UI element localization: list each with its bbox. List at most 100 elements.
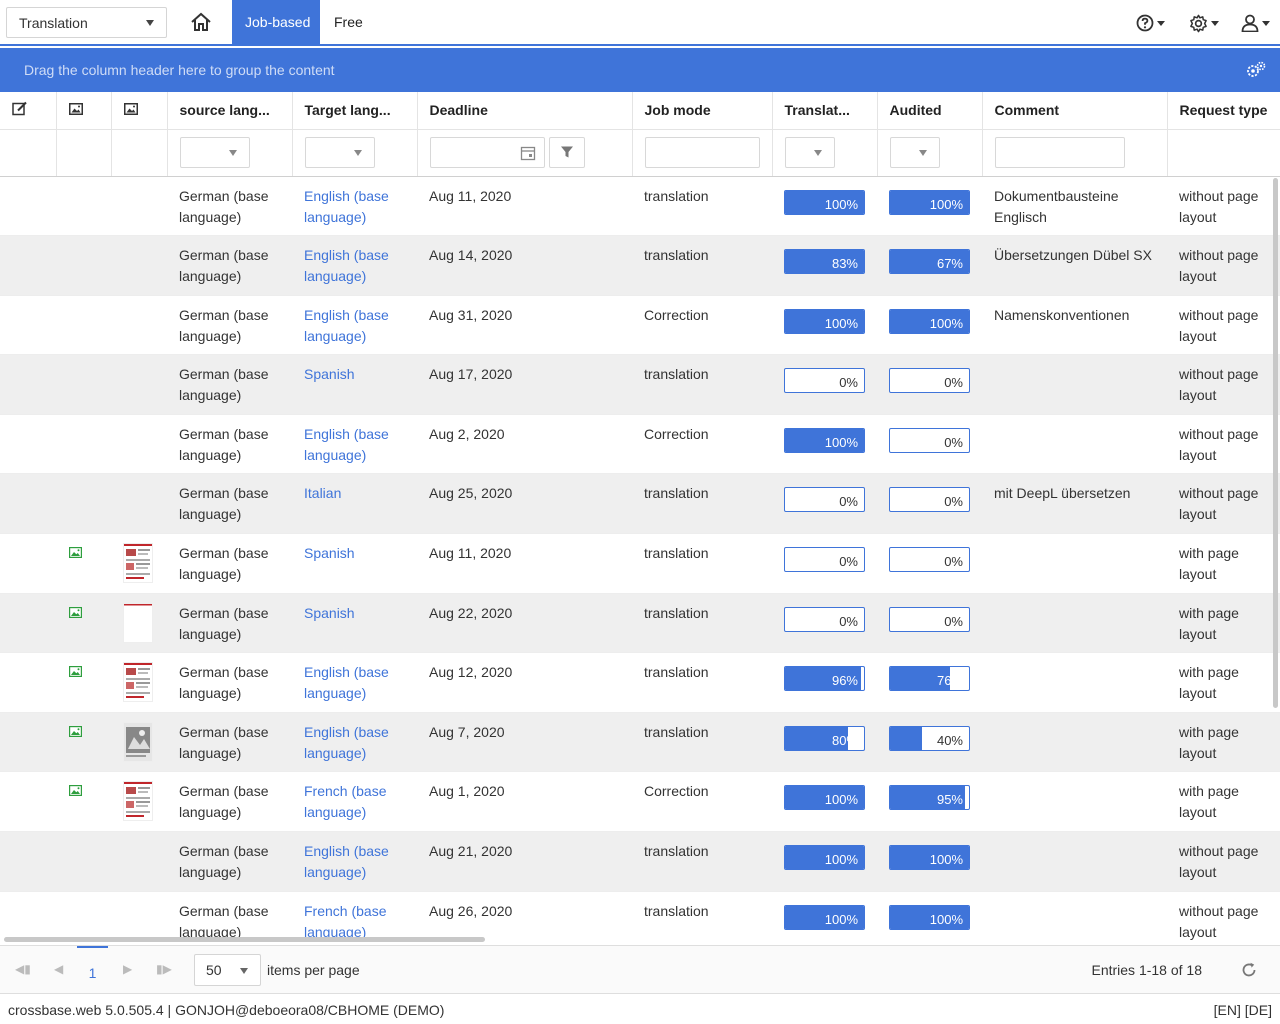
- horizontal-scrollbar[interactable]: [4, 937, 485, 942]
- progress-bar: 0%: [784, 487, 865, 513]
- settings-menu[interactable]: [1189, 12, 1219, 34]
- target-language-link[interactable]: English (base language): [304, 426, 389, 463]
- edit-cell[interactable]: [0, 771, 56, 833]
- edit-cell[interactable]: [0, 712, 56, 773]
- first-page-icon[interactable]: ◀▮: [15, 962, 31, 978]
- page-thumbnail[interactable]: [123, 721, 153, 762]
- table-row[interactable]: German (base language) French (base langu…: [0, 771, 1280, 833]
- group-panel[interactable]: Drag the column header here to group the…: [0, 48, 1280, 92]
- source-language-cell: German (base language): [167, 235, 292, 296]
- chevron-down-icon: [918, 150, 927, 156]
- deadline-filter-input[interactable]: [429, 137, 545, 168]
- target-language-link[interactable]: English (base language): [304, 307, 389, 344]
- target-language-link[interactable]: Spanish: [304, 366, 355, 382]
- request-type-cell: with page layout: [1167, 771, 1280, 833]
- audited-filter[interactable]: [889, 137, 940, 168]
- deadline-filter-button[interactable]: [548, 137, 585, 168]
- page-thumbnail[interactable]: [123, 662, 153, 703]
- vertical-scrollbar[interactable]: [1273, 178, 1278, 708]
- refresh-icon[interactable]: [1240, 961, 1258, 979]
- edit-cell[interactable]: [0, 295, 56, 356]
- tab-job-based[interactable]: Job-based: [232, 0, 320, 44]
- tab-free[interactable]: Free: [334, 0, 374, 44]
- target-language-filter[interactable]: [304, 137, 375, 168]
- target-language-link[interactable]: French (base language): [304, 783, 386, 820]
- column-settings-icon[interactable]: [1246, 61, 1266, 79]
- target-language-link[interactable]: English (base language): [304, 188, 389, 225]
- column-header-audited[interactable]: Audited: [877, 92, 983, 130]
- edit-column-header[interactable]: [0, 92, 57, 130]
- progress-label: 100%: [929, 315, 963, 331]
- page-thumbnail[interactable]: [123, 781, 153, 822]
- translated-filter[interactable]: [784, 137, 835, 168]
- page-number[interactable]: 1: [77, 946, 108, 994]
- edit-cell[interactable]: [0, 652, 56, 713]
- column-header-translated[interactable]: Translat...: [772, 92, 878, 130]
- target-language-link[interactable]: English (base language): [304, 724, 389, 761]
- table-row[interactable]: German (base language) Italian Aug 25, 202…: [0, 473, 1280, 535]
- user-menu[interactable]: [1241, 12, 1270, 34]
- comment-filter-input[interactable]: [994, 137, 1125, 168]
- edit-cell[interactable]: [0, 176, 56, 237]
- page-size-select[interactable]: 50: [194, 954, 261, 986]
- home-icon[interactable]: [190, 12, 216, 34]
- calendar-icon[interactable]: [520, 145, 536, 161]
- table-row[interactable]: German (base language) English (base lang…: [0, 831, 1280, 892]
- edit-cell[interactable]: [0, 533, 56, 594]
- progress-bar: 100%: [889, 845, 970, 871]
- edit-cell[interactable]: [0, 593, 56, 654]
- preview-cell: [111, 771, 167, 833]
- table-row[interactable]: German (base language) English (base lang…: [0, 414, 1280, 475]
- column-header-comment[interactable]: Comment: [982, 92, 1168, 130]
- page-thumbnail[interactable]: [123, 543, 153, 584]
- help-menu[interactable]: [1136, 12, 1165, 34]
- module-select[interactable]: Translation: [6, 7, 167, 38]
- request-type-cell: without page layout: [1167, 295, 1280, 356]
- table-row[interactable]: German (base language) Spanish Aug 17, 202…: [0, 354, 1280, 415]
- language-switch[interactable]: [EN] [DE]: [1214, 1002, 1272, 1018]
- target-language-link[interactable]: Spanish: [304, 605, 355, 621]
- progress-label: 100%: [824, 852, 858, 868]
- column-header-request-type[interactable]: Request type: [1167, 92, 1280, 130]
- column-header-deadline[interactable]: Deadline: [417, 92, 633, 130]
- source-language-cell: German (base language): [167, 533, 292, 594]
- picture-icon[interactable]: [69, 606, 82, 618]
- next-page-icon[interactable]: ▶: [123, 962, 139, 978]
- image-column-header[interactable]: [56, 92, 112, 130]
- edit-cell[interactable]: [0, 831, 56, 892]
- previous-page-icon[interactable]: ◀: [54, 962, 70, 978]
- target-language-link[interactable]: French (base language): [304, 903, 386, 940]
- target-language-link[interactable]: English (base language): [304, 664, 389, 701]
- column-header-source-language[interactable]: source lang...: [167, 92, 293, 130]
- table-row[interactable]: German (base language) English (base lang…: [0, 712, 1280, 773]
- target-language-link[interactable]: English (base language): [304, 843, 389, 880]
- edit-cell[interactable]: [0, 414, 56, 475]
- last-page-icon[interactable]: ▮▶: [156, 962, 172, 978]
- target-language-link[interactable]: Spanish: [304, 545, 355, 561]
- column-header-job-mode[interactable]: Job mode: [632, 92, 773, 130]
- table-row[interactable]: German (base language) English (base lang…: [0, 235, 1280, 296]
- preview-column-header[interactable]: [111, 92, 168, 130]
- job-mode-filter-input[interactable]: [644, 137, 760, 168]
- edit-cell[interactable]: [0, 354, 56, 415]
- translated-cell: 0%: [772, 354, 877, 415]
- table-row[interactable]: German (base language) English (base lang…: [0, 652, 1280, 713]
- picture-icon[interactable]: [69, 666, 82, 678]
- page-size-value: 50: [206, 962, 222, 978]
- edit-cell[interactable]: [0, 235, 56, 296]
- source-language-filter[interactable]: [179, 137, 250, 168]
- picture-icon[interactable]: [69, 785, 82, 797]
- edit-cell[interactable]: [0, 473, 56, 535]
- picture-icon[interactable]: [69, 725, 82, 737]
- target-language-link[interactable]: Italian: [304, 485, 341, 501]
- progress-bar: 100%: [784, 308, 865, 334]
- target-language-link[interactable]: English (base language): [304, 247, 389, 284]
- table-row[interactable]: German (base language) Spanish Aug 11, 202…: [0, 533, 1280, 594]
- table-row[interactable]: German (base language) English (base lang…: [0, 176, 1280, 237]
- page-thumbnail[interactable]: [123, 602, 153, 643]
- table-row[interactable]: German (base language) Spanish Aug 22, 202…: [0, 593, 1280, 654]
- job-mode-cell: translation: [632, 891, 772, 945]
- table-row[interactable]: German (base language) English (base lang…: [0, 295, 1280, 356]
- column-header-target-language[interactable]: Target lang...: [292, 92, 418, 130]
- picture-icon[interactable]: [69, 547, 82, 559]
